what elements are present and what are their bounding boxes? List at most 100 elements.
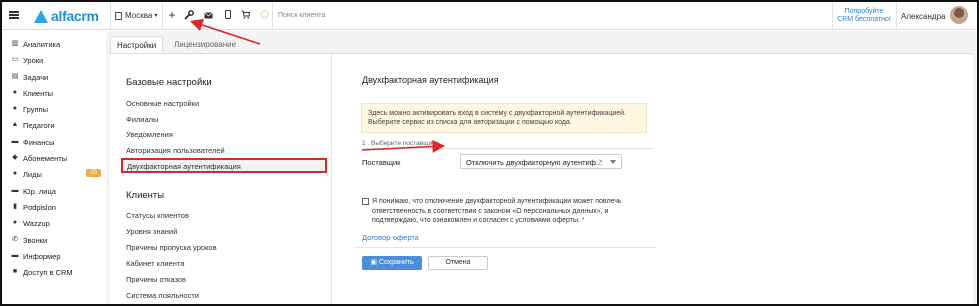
building-icon (115, 11, 122, 20)
sidebar-item-calls[interactable]: ✆ Звонки (11, 234, 103, 246)
sidebar-item-groups[interactable]: ● Группы (11, 103, 103, 115)
settings-link-client-cabinet[interactable]: Кабинет клиента (126, 259, 184, 268)
sidebar-item-subscriptions[interactable]: ◆ Абонементы (11, 152, 103, 164)
tasks-icon: ▤ (11, 73, 19, 80)
search-input[interactable]: Поиск клиента (278, 12, 478, 19)
sidebar-item-label: Уроки (23, 55, 44, 65)
cart-icon[interactable] (239, 10, 251, 22)
settings-link-2fa[interactable]: Двухфакторная аутентификация (121, 158, 327, 173)
divider (162, 2, 163, 30)
sidebar-item-label: Доступ в CRM (23, 267, 73, 277)
plus-icon[interactable]: + (166, 9, 178, 22)
sidebar: ▥ Аналитика ▭ Уроки ▤ Задачи ● Клиенты ● Груп… (2, 31, 106, 304)
phone-icon[interactable] (222, 10, 234, 22)
sidebar-item-label: Аналитика (23, 39, 61, 49)
wrench-icon[interactable] (183, 10, 195, 22)
sidebar-item-lessons[interactable]: ▭ Уроки (11, 54, 103, 66)
settings-link-knowledge-levels[interactable]: Уровня знаний (126, 227, 177, 236)
save-icon: ▣ (370, 259, 379, 266)
chevron-down-icon: ▾ (154, 13, 158, 19)
user-icon: ● (12, 89, 18, 96)
sidebar-item-crm-access[interactable]: ■ Доступ в CRM (11, 266, 103, 278)
provider-select-value: Отключить двухфакторную аутентиф... (466, 158, 603, 167)
chevron-down-icon (610, 160, 616, 164)
sidebar-item-label: Абонементы (23, 153, 68, 163)
clients-heading: Клиенты (126, 190, 165, 201)
settings-link-loyalty[interactable]: Система лояльности (126, 291, 199, 300)
tab-bar: Настройки Лицензирование (106, 31, 977, 53)
sidebar-item-wazzup[interactable]: ● Wazzup (11, 217, 103, 229)
tab-settings[interactable]: Настройки (110, 36, 164, 53)
sidebar-item-finance[interactable]: ▬ Финансы (11, 136, 103, 148)
settings-link-notifications[interactable]: Уведомления (126, 130, 173, 139)
info-alert: Здесь можно активировать вход в систему … (361, 103, 647, 133)
settings-link-branches[interactable]: Филиалы (126, 115, 158, 124)
settings-menu: Базовые настройки Основные настройки Фил… (110, 54, 332, 304)
sidebar-item-informer[interactable]: ▬ Информер (11, 250, 103, 262)
sidebar-item-leads[interactable]: ● Лиды 20 (11, 168, 103, 180)
mail-icon[interactable] (202, 10, 214, 22)
phone-icon: ✆ (12, 236, 18, 243)
divider (110, 2, 111, 30)
leads-count-badge: 20 (86, 169, 101, 177)
sidebar-item-label: Группы (23, 104, 48, 114)
step-label: 1 . Выберите поставщика (362, 140, 439, 147)
tab-licensing[interactable]: Лицензирование (168, 36, 242, 53)
top-bar: alfacrm Москва ▾ + Поиск клиента Попробу… (2, 2, 977, 30)
screenshot-frame: alfacrm Москва ▾ + Поиск клиента Попробу… (0, 0, 979, 306)
sidebar-item-label: Лиды (23, 169, 42, 179)
sidebar-item-label: Информер (23, 251, 61, 261)
try-free-link[interactable]: Попробуйте CRM бесплатно! (836, 8, 892, 24)
settings-link-client-statuses[interactable]: Статусы клиентов (126, 211, 189, 220)
tag-icon: ◆ (12, 154, 18, 161)
users-icon: ● (12, 105, 18, 112)
avatar[interactable] (950, 6, 968, 24)
consent-checkbox[interactable] (362, 198, 369, 205)
calendar-icon: ▭ (11, 56, 19, 63)
divider (896, 2, 897, 30)
provider-select[interactable]: Отключить двухфакторную аутентиф... × (460, 154, 622, 169)
settings-link-general[interactable]: Основные настройки (126, 99, 199, 108)
divider (832, 2, 833, 30)
menu-icon[interactable] (9, 11, 19, 19)
divider (354, 247, 656, 248)
cancel-button[interactable]: Отмена (428, 256, 488, 270)
sidebar-item-label: Задачи (23, 72, 49, 82)
sidebar-item-legal-entities[interactable]: ▬ Юр. лица (11, 185, 103, 197)
settings-link-user-auth[interactable]: Авторизация пользователей (126, 146, 225, 155)
provider-label: Поставщик (362, 158, 401, 167)
two-factor-form: Двухфакторная аутентификация Здесь можно… (332, 54, 973, 304)
logo-mark-icon (34, 9, 48, 23)
offer-link[interactable]: Договор-оферта (362, 233, 419, 242)
sidebar-item-label: Звонки (23, 235, 48, 245)
sidebar-item-label: Финансы (23, 137, 55, 147)
divider (362, 148, 652, 149)
money-icon: ▬ (11, 138, 19, 145)
divider (272, 2, 273, 30)
graduation-icon: ▲ (11, 121, 19, 128)
sidebar-item-clients[interactable]: ● Клиенты (11, 87, 103, 99)
sidebar-item-label: Podpislon (23, 202, 56, 212)
settings-link-absence-reasons[interactable]: Причины пропуска уроков (126, 243, 217, 252)
sidebar-item-teachers[interactable]: ▲ Педагоги (11, 119, 103, 131)
lead-icon: ● (12, 170, 18, 177)
doc-icon: ▮ (13, 203, 17, 210)
base-settings-heading: Базовые настройки (126, 77, 212, 88)
clear-icon[interactable]: × (598, 157, 603, 166)
bell-icon: ▬ (11, 252, 19, 259)
sidebar-item-label: Клиенты (23, 88, 54, 98)
lock-icon: ■ (12, 268, 18, 275)
settings-link-refusal-reasons[interactable]: Причины отказов (126, 275, 186, 284)
user-name[interactable]: Александра (901, 12, 945, 21)
logo[interactable]: alfacrm (34, 7, 99, 25)
branch-select[interactable]: Москва ▾ (115, 11, 157, 20)
sidebar-item-label: Юр. лица (23, 186, 56, 196)
sidebar-item-podpislon[interactable]: ▮ Podpislon (11, 201, 103, 213)
save-button[interactable]: ▣ Сохранить (362, 256, 422, 270)
building-icon: ▬ (11, 187, 19, 194)
sidebar-item-label: Педагоги (23, 120, 55, 130)
consent-text: Я понимаю, что отключение двухфакторной … (372, 197, 632, 226)
sidebar-item-analytics[interactable]: ▥ Аналитика (11, 38, 103, 50)
chat-icon: ● (12, 219, 18, 226)
sidebar-item-tasks[interactable]: ▤ Задачи (11, 71, 103, 83)
